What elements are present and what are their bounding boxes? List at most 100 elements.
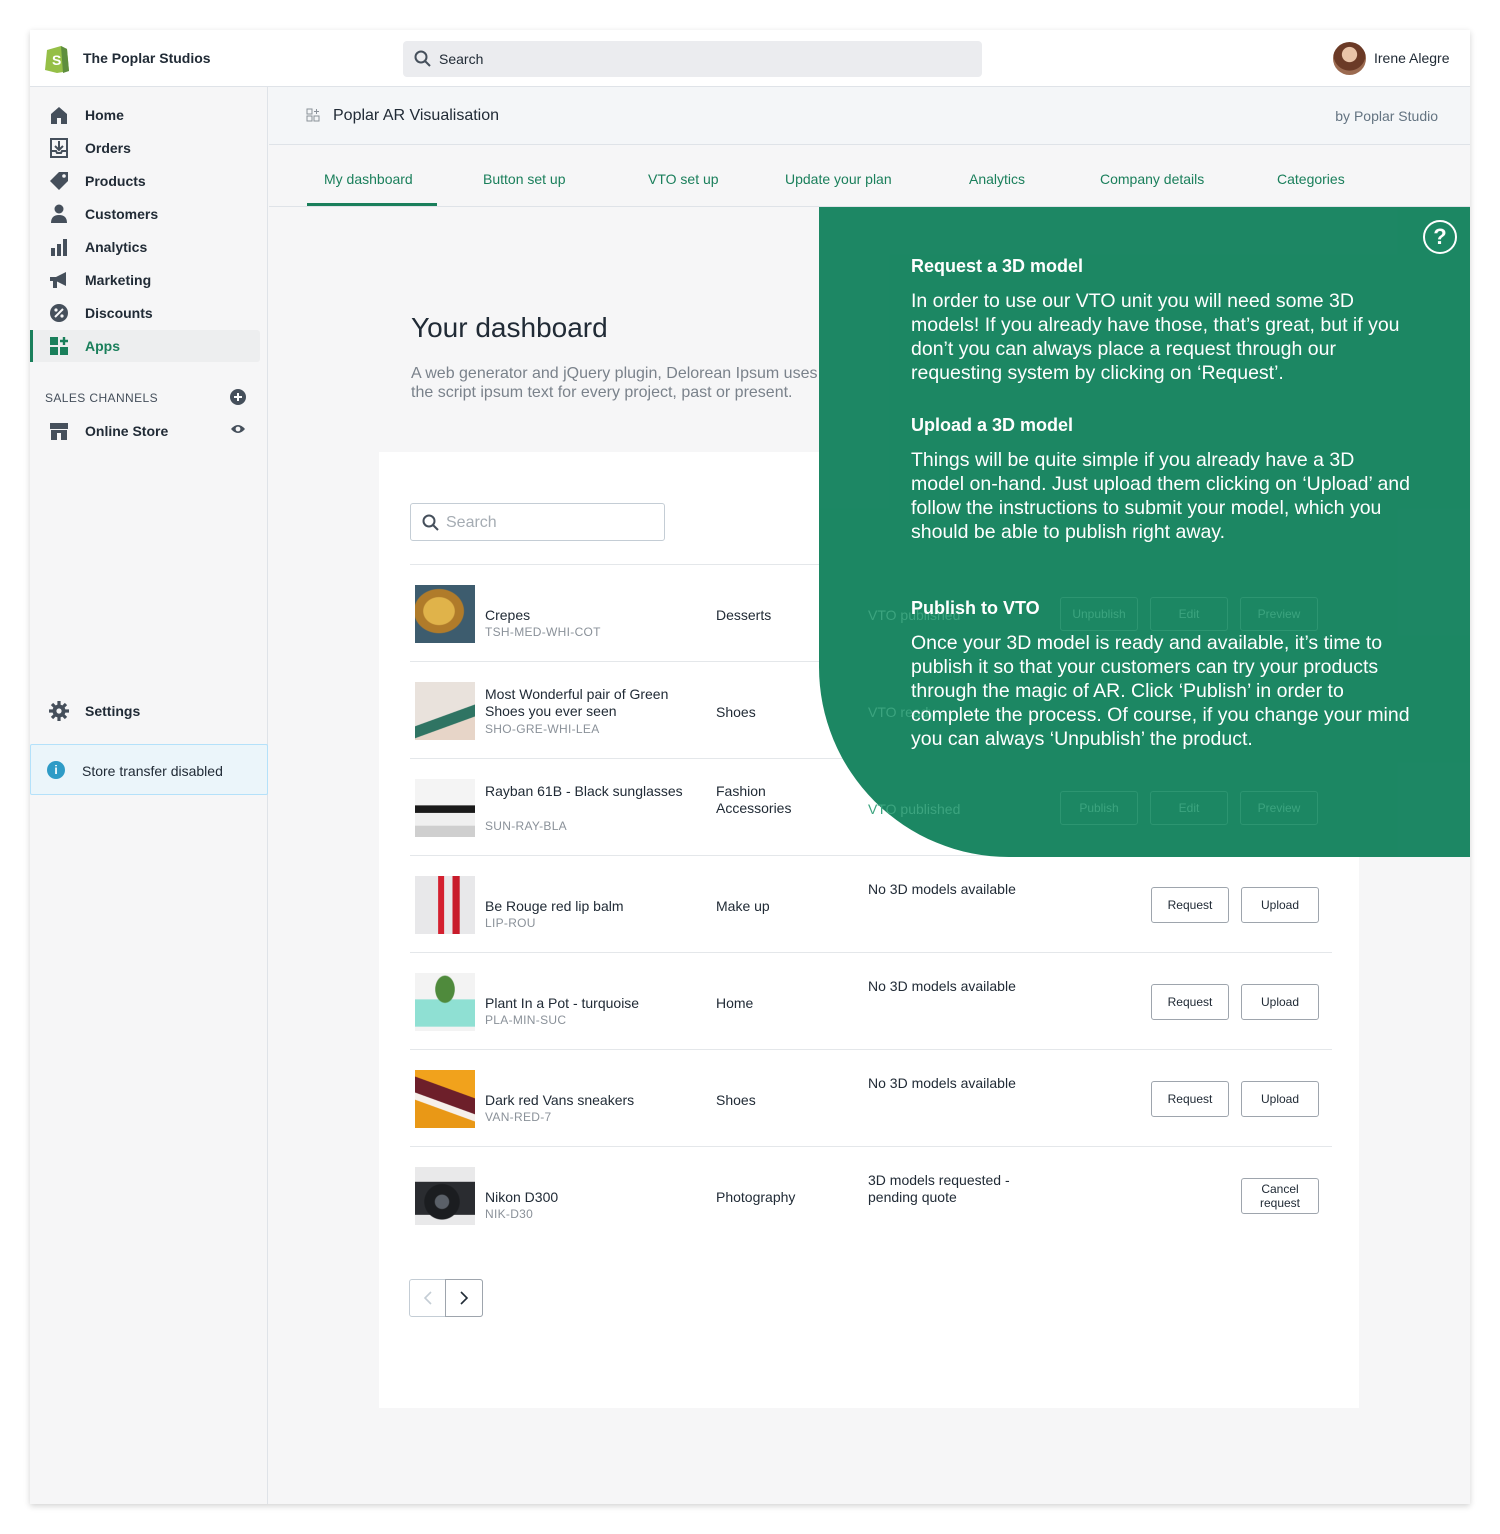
help-heading-upload: Upload a 3D model: [911, 415, 1074, 435]
avatar[interactable]: [1333, 42, 1366, 75]
sidebar-item-customers[interactable]: Customers: [30, 198, 260, 230]
sidebar-item-online-store[interactable]: Online Store: [30, 415, 260, 447]
info-icon: i: [47, 761, 65, 779]
app-tabs: My dashboard Button set up VTO set up Up…: [269, 145, 1470, 207]
sidebar-item-label: Orders: [85, 140, 131, 156]
product-name: Rayban 61B - Black sunglasses: [485, 783, 683, 799]
help-body-publish: Once your 3D model is ready and availabl…: [911, 632, 1410, 750]
cancel-request-button[interactable]: Cancel request: [1241, 1178, 1319, 1214]
sidebar: Home Orders Products Customers Analytics…: [30, 87, 268, 1504]
product-name: Be Rouge red lip balm: [485, 898, 624, 914]
table-row[interactable]: Be Rouge red lip balm LIP-ROU Make up No…: [410, 855, 1332, 952]
product-category: Shoes: [716, 704, 756, 720]
preview-button[interactable]: Preview: [1240, 597, 1318, 631]
product-thumbnail: [415, 585, 475, 643]
product-name: Plant In a Pot - turquoise: [485, 995, 640, 1011]
product-status: No 3D models available: [868, 881, 1016, 897]
product-sku: PLA-MIN-SUC: [485, 1013, 567, 1027]
table-row[interactable]: Plant In a Pot - turquoise PLA-MIN-SUC H…: [410, 952, 1332, 1049]
sidebar-item-label: Analytics: [85, 239, 148, 255]
request-button[interactable]: Request: [1151, 887, 1229, 923]
sidebar-item-analytics[interactable]: Analytics: [30, 231, 260, 263]
request-button[interactable]: Request: [1151, 984, 1229, 1020]
tab-analytics[interactable]: Analytics: [969, 171, 1025, 187]
product-category: Desserts: [716, 607, 772, 623]
tab-vto-set-up[interactable]: VTO set up: [648, 171, 719, 187]
product-sku: SUN-RAY-BLA: [485, 819, 567, 833]
tab-my-dashboard[interactable]: My dashboard: [324, 171, 413, 187]
sidebar-item-settings[interactable]: Settings: [30, 695, 260, 727]
help-heading-request: Request a 3D model: [911, 256, 1084, 276]
product-status: 3D models requested - pending quote: [868, 1172, 1010, 1205]
publish-button[interactable]: Publish: [1060, 791, 1138, 825]
sidebar-item-label: Marketing: [85, 272, 152, 288]
unpublish-button[interactable]: Unpublish: [1060, 597, 1138, 631]
help-body-upload: Things will be quite simple if you alrea…: [911, 449, 1411, 543]
sidebar-item-apps[interactable]: Apps: [30, 330, 260, 362]
search-icon: [414, 50, 431, 67]
sidebar-item-label: Products: [85, 173, 146, 189]
search-placeholder: Search: [446, 514, 497, 531]
preview-button[interactable]: Preview: [1240, 791, 1318, 825]
help-heading-publish: Publish to VTO: [911, 598, 1040, 618]
sidebar-item-marketing[interactable]: Marketing: [30, 264, 260, 296]
edit-button[interactable]: Edit: [1150, 597, 1228, 631]
global-search-input[interactable]: Search: [403, 41, 982, 77]
product-sku: NIK-D30: [485, 1207, 534, 1221]
next-page-button[interactable]: [445, 1279, 483, 1317]
sidebar-item-label: Settings: [85, 703, 141, 719]
help-body-request: In order to use our VTO unit you will ne…: [911, 290, 1400, 384]
product-sku: TSH-MED-WHI-COT: [485, 625, 601, 639]
table-row[interactable]: Dark red Vans sneakers VAN-RED-7 Shoes N…: [410, 1049, 1332, 1146]
product-sku: LIP-ROU: [485, 916, 536, 930]
sidebar-item-label: Online Store: [85, 423, 169, 439]
sidebar-item-orders[interactable]: Orders: [30, 132, 260, 164]
product-category: Shoes: [716, 1092, 756, 1108]
product-thumbnail: [415, 973, 475, 1031]
tab-update-your-plan[interactable]: Update your plan: [785, 171, 892, 187]
pagination: [409, 1279, 483, 1317]
tab-button-set-up[interactable]: Button set up: [483, 171, 566, 187]
product-thumbnail: [415, 876, 475, 934]
product-thumbnail: [415, 682, 475, 740]
ghost-status: VTO published: [868, 801, 961, 817]
user-name[interactable]: Irene Alegre: [1374, 50, 1450, 66]
chevron-left-icon[interactable]: [423, 1291, 433, 1305]
tab-categories[interactable]: Categories: [1277, 171, 1345, 187]
help-overlay: ? VTO published Unpublish Edit Preview V…: [819, 207, 1470, 857]
add-channel-icon[interactable]: [230, 389, 246, 405]
product-sku: VAN-RED-7: [485, 1110, 552, 1124]
svg-text:S: S: [52, 52, 61, 68]
sidebar-item-products[interactable]: Products: [30, 165, 260, 197]
product-thumbnail: [415, 779, 475, 837]
page-title: Your dashboard: [411, 312, 608, 343]
upload-button[interactable]: Upload: [1241, 984, 1319, 1020]
tab-company-details[interactable]: Company details: [1100, 171, 1204, 187]
edit-button[interactable]: Edit: [1150, 791, 1228, 825]
sidebar-item-label: Apps: [85, 338, 120, 354]
sales-channels-heading: SALES CHANNELS: [45, 391, 158, 405]
active-tab-indicator: [307, 203, 437, 206]
product-status: No 3D models available: [868, 978, 1016, 994]
product-sku: SHO-GRE-WHI-LEA: [485, 722, 600, 736]
store-name[interactable]: The Poplar Studios: [83, 50, 211, 66]
gear-icon: [49, 701, 69, 721]
table-row[interactable]: Nikon D300 NIK-D30 Photography 3D models…: [410, 1146, 1332, 1243]
product-status: No 3D models available: [868, 1075, 1016, 1091]
app-author[interactable]: by Poplar Studio: [1335, 108, 1438, 124]
upload-button[interactable]: Upload: [1241, 1081, 1319, 1117]
person-icon: [51, 204, 67, 223]
chevron-right-icon: [460, 1291, 469, 1305]
sidebar-item-home[interactable]: Home: [30, 99, 260, 131]
shopify-logo: S: [45, 46, 69, 73]
eye-icon[interactable]: [230, 423, 246, 435]
help-icon[interactable]: ?: [1423, 220, 1457, 254]
store-transfer-banner: i Store transfer disabled: [30, 744, 268, 795]
discount-icon: [50, 304, 68, 322]
search-placeholder: Search: [439, 51, 484, 67]
product-search-input[interactable]: Search: [410, 503, 665, 541]
product-thumbnail: [415, 1070, 475, 1128]
sidebar-item-discounts[interactable]: Discounts: [30, 297, 260, 329]
request-button[interactable]: Request: [1151, 1081, 1229, 1117]
upload-button[interactable]: Upload: [1241, 887, 1319, 923]
